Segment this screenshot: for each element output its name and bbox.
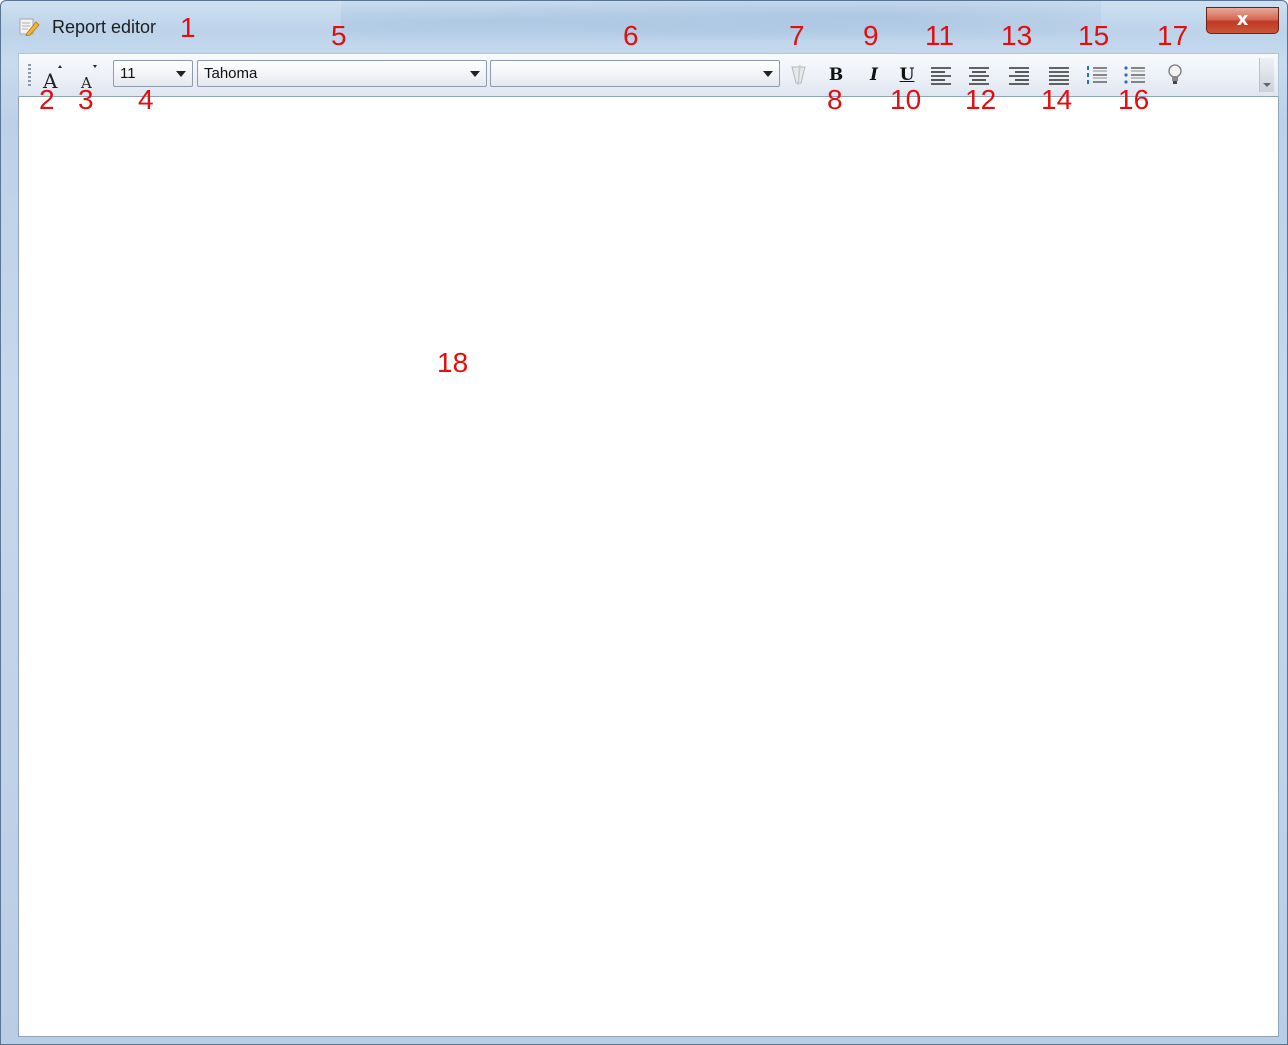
callout-8: 8 (827, 84, 843, 115)
style-select[interactable] (490, 60, 780, 87)
chevron-down-icon (176, 71, 186, 77)
font-family-select[interactable]: Tahoma (197, 60, 487, 87)
callout-7: 7 (789, 20, 805, 51)
overflow-arrow-icon (1263, 83, 1271, 87)
callout-6: 6 (623, 20, 639, 51)
callout-15: 15 (1078, 20, 1110, 51)
report-editor-window: Report editor x A A 11 Tahoma B I U (0, 0, 1288, 1045)
callout-12: 12 (965, 84, 997, 115)
callout-16: 16 (1118, 84, 1150, 115)
toolbar-grip[interactable] (28, 64, 31, 86)
font-size-value: 11 (120, 65, 136, 82)
callout-9: 9 (863, 20, 879, 51)
align-left-icon[interactable] (927, 61, 955, 89)
italic-button[interactable]: I (860, 61, 888, 89)
chevron-down-icon (763, 71, 773, 77)
callout-14: 14 (1041, 84, 1073, 115)
window-title: Report editor (52, 17, 157, 37)
font-size-select[interactable]: 11 (113, 60, 193, 87)
font-family-value: Tahoma (204, 65, 258, 82)
titlebar-glass (341, 1, 1101, 51)
callout-4: 4 (138, 84, 154, 115)
callout-3: 3 (78, 84, 94, 115)
lightbulb-icon[interactable] (1161, 61, 1189, 89)
report-edit-icon (19, 18, 40, 36)
callout-18: 18 (437, 347, 469, 378)
toolbar-overflow-button[interactable] (1259, 58, 1274, 92)
callout-1: 1 (180, 12, 196, 43)
callout-17: 17 (1157, 20, 1189, 51)
clear-formatting-icon[interactable] (785, 61, 813, 89)
close-button[interactable]: x (1206, 7, 1279, 34)
align-right-icon[interactable] (1005, 61, 1033, 89)
callout-10: 10 (890, 84, 922, 115)
callout-13: 13 (1001, 20, 1033, 51)
formatting-toolbar: A A 11 Tahoma B I U (18, 53, 1279, 97)
callout-5: 5 (331, 20, 347, 51)
chevron-down-icon (470, 71, 480, 77)
callout-11: 11 (925, 20, 955, 51)
callout-2: 2 (39, 84, 55, 115)
report-text-area[interactable] (18, 97, 1279, 1037)
numbered-list-icon[interactable] (1083, 61, 1111, 89)
